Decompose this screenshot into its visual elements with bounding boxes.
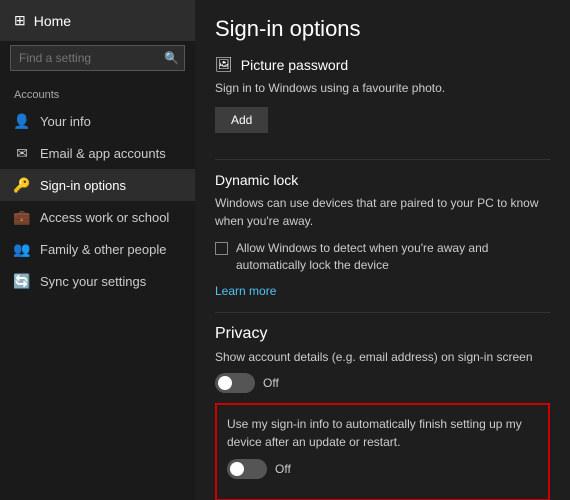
picture-password-section: 🖼 Picture password (215, 56, 550, 73)
sidebar-item-sign-in-options[interactable]: 🔑 Sign-in options (0, 169, 195, 201)
sign-in-info-highlight-box: Use my sign-in info to automatically fin… (215, 403, 550, 500)
picture-password-icon: 🖼 (215, 56, 233, 73)
toggle1-thumb (218, 376, 232, 390)
sidebar-item-label: Sync your settings (40, 274, 146, 289)
home-icon: ⊞ (14, 12, 26, 29)
dynamic-lock-section: Dynamic lock (215, 172, 550, 188)
dynamic-lock-checkbox[interactable] (215, 242, 228, 255)
work-icon: 💼 (14, 209, 30, 225)
sidebar-item-label: Family & other people (40, 242, 166, 257)
sidebar-item-label: Email & app accounts (40, 146, 166, 161)
show-account-desc: Show account details (e.g. email address… (215, 349, 550, 366)
accounts-section-label: Accounts (0, 81, 195, 105)
sidebar: ⊞ Home 🔍 Accounts 👤 Your info ✉ Email & … (0, 0, 195, 500)
dynamic-lock-checkbox-row: Allow Windows to detect when you're away… (215, 240, 550, 274)
search-box: 🔍 (10, 45, 185, 71)
dynamic-lock-heading: Dynamic lock (215, 172, 298, 188)
privacy-heading: Privacy (215, 325, 550, 343)
sign-in-info-desc: Use my sign-in info to automatically fin… (227, 415, 538, 451)
main-content: Sign-in options 🖼 Picture password Sign … (195, 0, 570, 500)
toggle2-thumb (230, 462, 244, 476)
sidebar-item-family-other-people[interactable]: 👥 Family & other people (0, 233, 195, 265)
show-account-toggle[interactable] (215, 373, 255, 393)
toggle2-label: Off (275, 462, 291, 476)
sidebar-item-label: Your info (40, 114, 91, 129)
sidebar-item-sync-your-settings[interactable]: 🔄 Sync your settings (0, 265, 195, 297)
your-info-icon: 👤 (14, 113, 30, 129)
dynamic-lock-learn-more[interactable]: Learn more (215, 284, 550, 298)
family-icon: 👥 (14, 241, 30, 257)
search-icon: 🔍 (164, 51, 179, 65)
toggle1-row: Off (215, 373, 550, 393)
home-label: Home (34, 13, 71, 29)
sidebar-item-email-app-accounts[interactable]: ✉ Email & app accounts (0, 137, 195, 169)
search-input[interactable] (10, 45, 185, 71)
sign-in-info-toggle[interactable] (227, 459, 267, 479)
sign-in-icon: 🔑 (14, 177, 30, 193)
picture-password-heading: Picture password (241, 57, 348, 73)
sidebar-item-label: Access work or school (40, 210, 169, 225)
page-title: Sign-in options (215, 16, 550, 42)
sidebar-item-your-info[interactable]: 👤 Your info (0, 105, 195, 137)
dynamic-lock-checkbox-label: Allow Windows to detect when you're away… (236, 240, 550, 274)
toggle1-label: Off (263, 376, 279, 390)
sidebar-item-label: Sign-in options (40, 178, 126, 193)
sidebar-home-button[interactable]: ⊞ Home (0, 0, 195, 41)
toggle2-row: Off (227, 459, 538, 479)
sidebar-item-access-work-school[interactable]: 💼 Access work or school (0, 201, 195, 233)
sync-icon: 🔄 (14, 273, 30, 289)
email-icon: ✉ (14, 145, 30, 161)
add-picture-password-button[interactable]: Add (215, 107, 268, 133)
dynamic-lock-desc: Windows can use devices that are paired … (215, 194, 550, 230)
divider1 (215, 159, 550, 160)
divider2 (215, 312, 550, 313)
picture-password-desc: Sign in to Windows using a favourite pho… (215, 79, 550, 97)
